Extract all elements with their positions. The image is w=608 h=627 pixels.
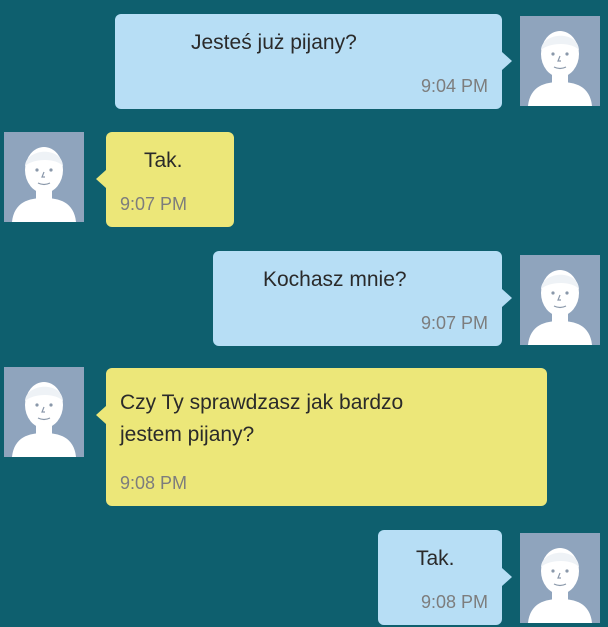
message-timestamp: 9:08 PM bbox=[120, 473, 188, 493]
message-bubble-received[interactable]: Czy Ty sprawdzasz jak bardzo jestem pija… bbox=[96, 368, 547, 506]
default-person-avatar-icon bbox=[528, 548, 592, 623]
message-text: jestem pijany? bbox=[120, 423, 255, 446]
message-timestamp: 9:07 PM bbox=[420, 313, 488, 333]
default-person-avatar-icon bbox=[12, 382, 76, 457]
avatar[interactable] bbox=[520, 16, 600, 106]
default-person-avatar-icon bbox=[528, 31, 592, 106]
message-text: Czy Ty sprawdzasz jak bardzo bbox=[120, 391, 404, 414]
message-bubble-sent[interactable]: Jesteś już pijany? 9:04 PM bbox=[115, 14, 512, 109]
message-text: Jesteś już pijany? bbox=[191, 31, 357, 54]
message-timestamp: 9:04 PM bbox=[420, 76, 488, 96]
avatar[interactable] bbox=[520, 533, 600, 623]
message-text: Tak. bbox=[416, 547, 455, 570]
avatar[interactable] bbox=[4, 367, 84, 457]
message-bubble-sent[interactable]: Kochasz mnie? 9:07 PM bbox=[213, 251, 512, 346]
chat-screen: { "messages": [ { "sender": "me", "lines… bbox=[0, 0, 608, 627]
message-bubble-sent[interactable]: Tak. 9:08 PM bbox=[378, 530, 512, 625]
default-person-avatar-icon bbox=[12, 147, 76, 222]
avatar[interactable] bbox=[4, 132, 84, 222]
default-person-avatar-icon bbox=[528, 270, 592, 345]
message-text: Tak. bbox=[144, 149, 183, 172]
message-timestamp: 9:08 PM bbox=[420, 592, 488, 612]
avatar[interactable] bbox=[520, 255, 600, 345]
message-timestamp: 9:07 PM bbox=[120, 194, 188, 214]
message-text: Kochasz mnie? bbox=[263, 268, 407, 291]
message-bubble-received[interactable]: Tak. 9:07 PM bbox=[96, 132, 234, 227]
